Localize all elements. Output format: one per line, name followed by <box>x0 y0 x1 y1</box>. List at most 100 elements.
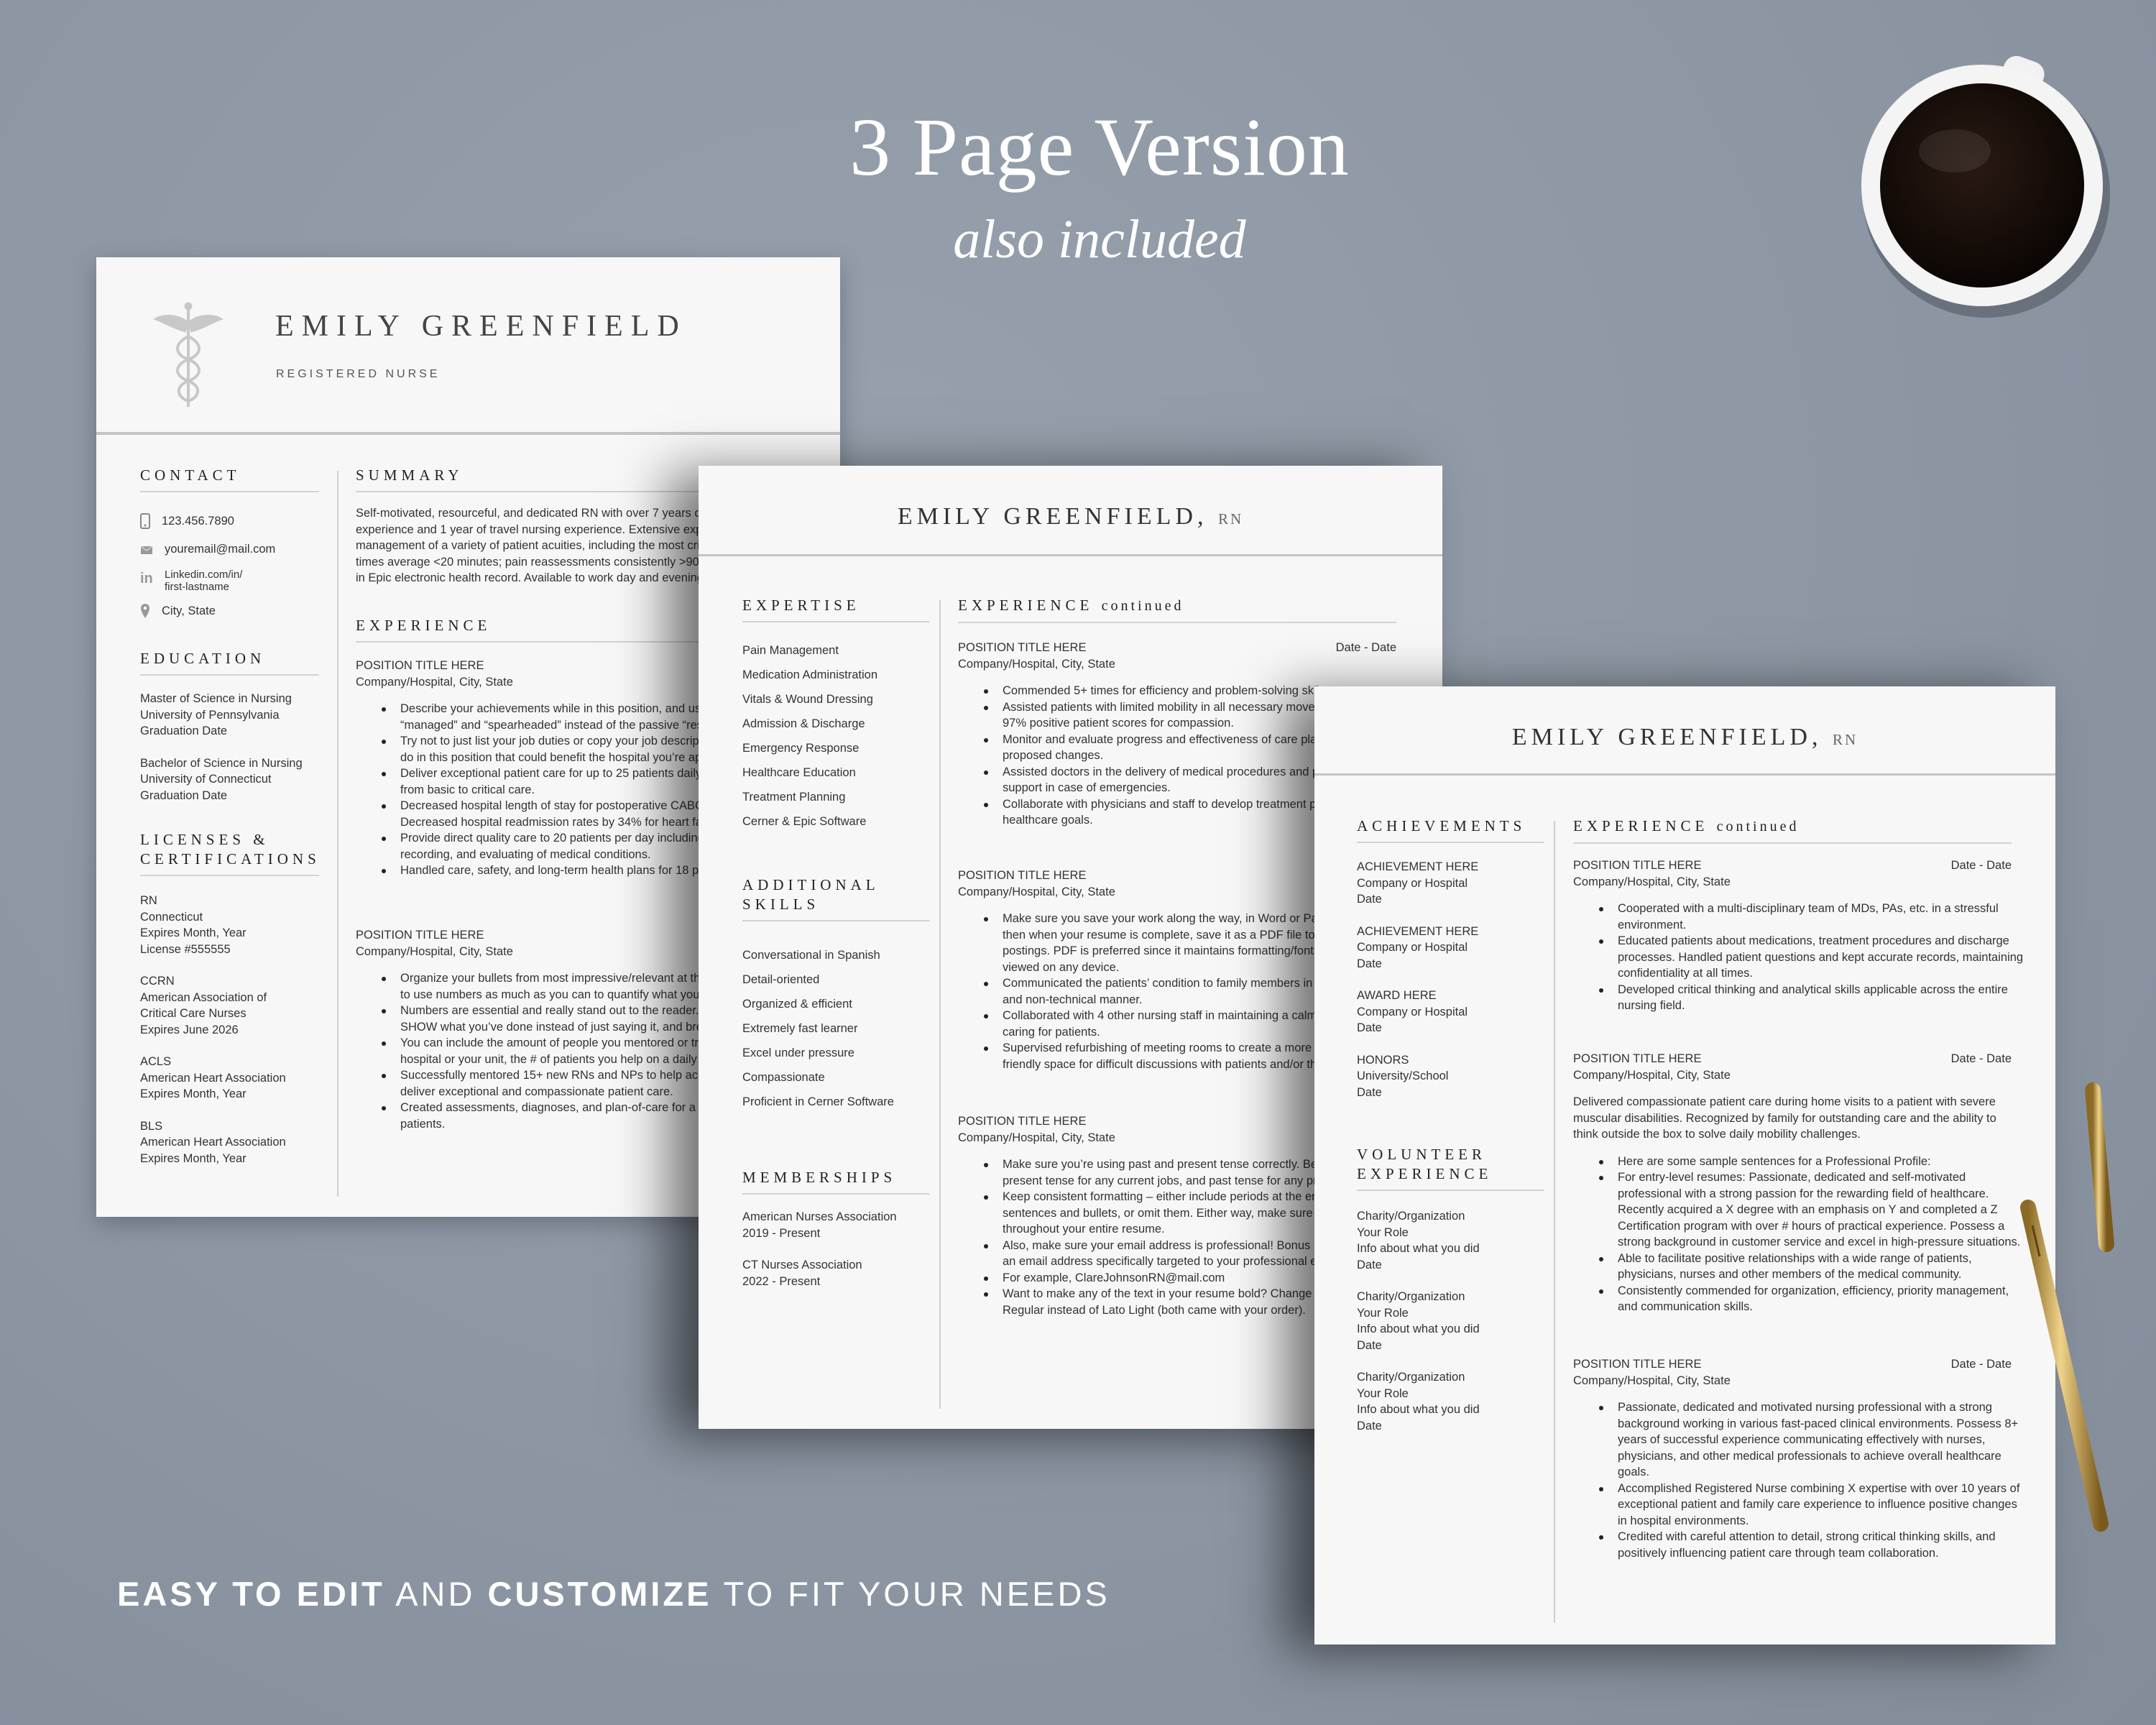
license-entry-line: Expires Month, Year <box>140 926 247 939</box>
hero-title: 3 Page Version <box>849 101 1350 193</box>
description-line: think outside the box to solve daily mob… <box>1573 1128 1861 1141</box>
resume-page-3: EMILY GREENFIELD, RN ACHIEVEMENTS ACHIEV… <box>1314 686 2055 1644</box>
bullet-list: Cooperated with a multi-disciplinary tea… <box>1573 901 2023 1014</box>
achievement-entry-line: Date <box>1357 957 1382 970</box>
caduceus-icon <box>152 302 224 407</box>
licenses-heading-line-2: CERTIFICATIONS <box>140 850 321 868</box>
expertise-item: Treatment Planning <box>742 791 846 804</box>
bullet-line: exceptional patient and family care expe… <box>1618 1498 2017 1511</box>
skill-item: Extremely fast learner <box>742 1022 858 1035</box>
achievement-entry-line: ACHIEVEMENT HERE <box>1357 924 1479 938</box>
column-divider <box>939 600 941 1409</box>
bullet-item: Cooperated with a multi-disciplinary tea… <box>1573 901 2012 933</box>
summary-line: Self-motivated, resourceful, and dedicat… <box>356 507 705 520</box>
bullet-line: in hospital environments. <box>1618 1514 1749 1527</box>
credential-suffix: RN <box>1832 731 1858 748</box>
membership-entry-line: CT Nurses Association <box>742 1259 862 1271</box>
job-company: Company/Hospital, City, State <box>958 657 1115 671</box>
license-entry-line: Expires Month, Year <box>140 1151 247 1165</box>
volunteer-entry-line: Charity/Organization <box>1357 1290 1465 1303</box>
bullet-line: Accomplished Registered Nurse combining … <box>1618 1481 2020 1495</box>
membership-entry-line: American Nurses Association <box>742 1210 897 1223</box>
expertise-heading: EXPERTISE <box>742 596 929 622</box>
bullet-line: Here are some sample sentences for a Pro… <box>1618 1154 1931 1168</box>
volunteer-entry-line: Info about what you did <box>1357 1403 1480 1416</box>
contact-heading: CONTACT <box>140 466 319 492</box>
achievement-entry-line: Company or Hospital <box>1357 1005 1468 1018</box>
job-entry: POSITION TITLE HERE Date - Date Company/Ho… <box>1573 857 2023 1014</box>
summary-line: in Epic electronic health record. Availa… <box>356 571 713 584</box>
experience-heading: EXPERIENCE continued <box>1573 816 2012 844</box>
volunteer-entry-line: Charity/Organization <box>1357 1371 1465 1384</box>
header-rule <box>699 554 1442 556</box>
bullet-line: Recently acquired a X degree with an emp… <box>1618 1203 1998 1216</box>
skill-item: Detail-oriented <box>742 973 820 986</box>
skill-item: Excel under pressure <box>742 1046 854 1059</box>
experience-heading-suffix: continued <box>1101 598 1184 614</box>
volunteer-entry-line: Your Role <box>1357 1306 1409 1320</box>
bullet-item: Passionate, dedicated and motivated nurs… <box>1573 1399 2018 1481</box>
pen-icon <box>2020 1082 2114 1532</box>
volunteer-heading: VOLUNTEER EXPERIENCE <box>1357 1145 1544 1191</box>
skills-heading-line-1: ADDITIONAL <box>742 876 880 893</box>
expertise-item: Admission & Discharge <box>742 717 865 730</box>
achievements-list: ACHIEVEMENT HERE Company or Hospital Date A… <box>1357 859 1478 1116</box>
summary-line: experience and 1 year of travel nursing … <box>356 523 714 536</box>
experience-heading-text: EXPERIENCE <box>1573 817 1709 834</box>
license-entry-line: Critical Care Nurses <box>140 1007 247 1020</box>
membership-entry-line: 2019 - Present <box>742 1226 821 1240</box>
achievement-entry: HONORS University/School Date <box>1357 1052 1478 1101</box>
volunteer-entry-line: Your Role <box>1357 1386 1409 1400</box>
bullet-item: Accomplished Registered Nurse combining … <box>1573 1481 2020 1530</box>
achievement-entry-line: Company or Hospital <box>1357 876 1468 890</box>
job-header: POSITION TITLE HERE Date - Date <box>1573 857 2012 874</box>
membership-entry-line: 2022 - Present <box>742 1274 821 1288</box>
bullet-line: confidentiality at all times. <box>1618 967 1754 980</box>
job-company: Company/Hospital, City, State <box>1573 1374 1731 1387</box>
email-address: youremail@mail.com <box>165 543 276 556</box>
candidate-title: REGISTERED NURSE <box>276 368 441 380</box>
location: City, State <box>162 604 216 617</box>
envelope-icon <box>140 546 153 554</box>
license-entry: ACLS American Heart Association Expires Mo… <box>140 1054 286 1103</box>
candidate-name-header: EMILY GREENFIELD, RN <box>699 503 1442 530</box>
license-entry: BLS American Heart Association Expires Mon… <box>140 1118 286 1167</box>
experience-heading-suffix: continued <box>1716 819 1800 834</box>
license-entry-line: License #555555 <box>140 942 231 956</box>
license-entry-line: American Association of <box>140 990 267 1004</box>
licenses-heading-line-1: LICENSES & <box>140 831 270 848</box>
linkedin-line-1: Linkedin.com/in/ <box>165 569 243 581</box>
job-title: POSITION TITLE HERE <box>958 869 1087 882</box>
bullet-line: positively influencing patient care thro… <box>1618 1546 1939 1560</box>
volunteer-list: Charity/Organization Your Role Info about … <box>1357 1208 1480 1450</box>
expertise-item: Healthcare Education <box>742 766 856 779</box>
license-entry: CCRN American Association of Critical Care… <box>140 973 286 1038</box>
licenses-list: RN Connecticut Expires Month, Year License … <box>140 893 286 1182</box>
education-heading: EDUCATION <box>140 649 319 676</box>
contact-linkedin: in Linkedin.com/in/first-lastname <box>140 569 334 603</box>
job-company: Company/Hospital, City, State <box>1573 1068 1731 1082</box>
volunteer-entry: Charity/Organization Your Role Info about … <box>1357 1369 1480 1434</box>
bullet-line: environment. <box>1618 918 1687 932</box>
skill-item: Organized & efficient <box>742 998 852 1011</box>
job-entry: POSITION TITLE HERE Date - Date Company/Ho… <box>1573 1356 2020 1561</box>
bullet-line: Credited with careful attention to detai… <box>1618 1530 1996 1543</box>
achievement-entry-line: University/School <box>1357 1070 1449 1082</box>
license-entry-line: Connecticut <box>140 910 203 924</box>
candidate-name-header: EMILY GREENFIELD, RN <box>1314 724 2055 751</box>
bullet-item: Able to facilitate positive relationship… <box>1573 1251 2012 1283</box>
membership-entry: American Nurses Association 2019 - Presen… <box>742 1209 897 1241</box>
job-header: POSITION TITLE HERE Date - Date <box>1573 1051 2012 1067</box>
bullet-line: physicians, and other medical profession… <box>1618 1449 2001 1463</box>
summary-text: Self-motivated, resourceful, and dedicat… <box>356 505 713 586</box>
bullet-item: Consistently commended for organization,… <box>1573 1283 2012 1315</box>
bullet-line: Certification program with over # hours … <box>1618 1219 2005 1233</box>
job-dates: Date - Date <box>1335 641 1396 654</box>
bullet-list: Here are some sample sentences for a Pro… <box>1573 1154 2020 1315</box>
education-entry: Bachelor of Science in Nursing University… <box>140 755 303 804</box>
achievement-entry: AWARD HERE Company or Hospital Date <box>1357 988 1478 1036</box>
header-rule <box>96 432 840 435</box>
volunteer-entry-line: Your Role <box>1357 1225 1409 1239</box>
location-pin-icon <box>141 604 149 618</box>
bullet-line: nursing field. <box>1618 999 1685 1012</box>
